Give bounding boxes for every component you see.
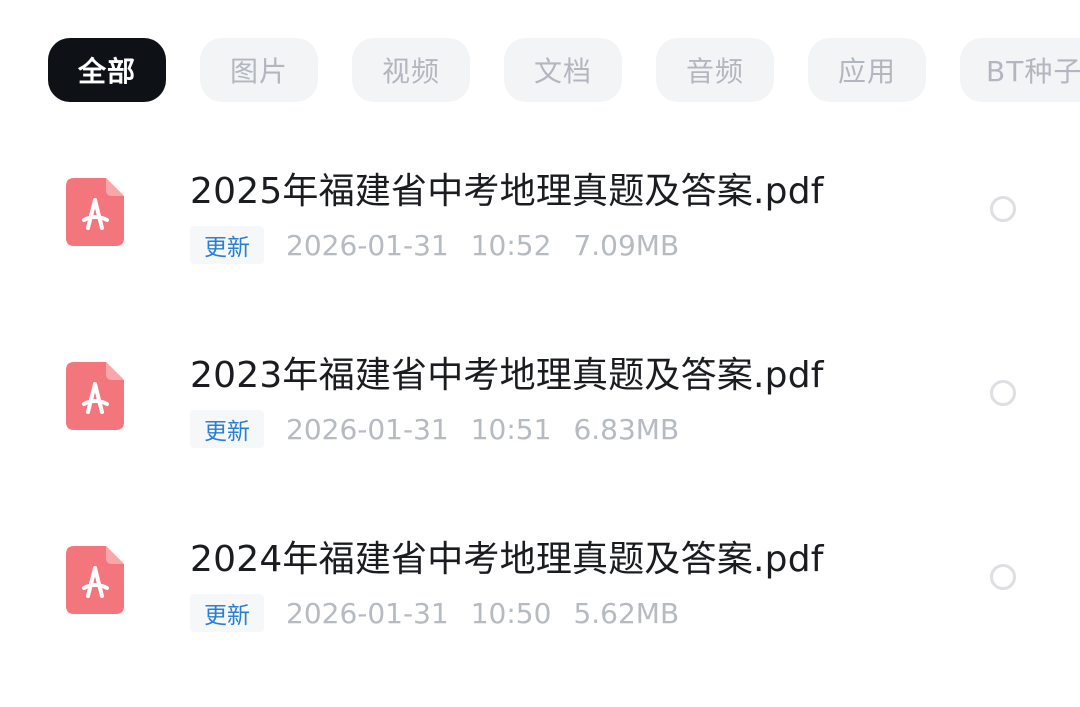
file-time: 10:52 <box>470 228 552 262</box>
pdf-file-icon <box>66 546 124 614</box>
update-badge: 更新 <box>190 594 264 632</box>
filter-chip-videos[interactable]: 视频 <box>352 38 470 102</box>
filter-chip-images[interactable]: 图片 <box>200 38 318 102</box>
filter-chip-documents[interactable]: 文档 <box>504 38 622 102</box>
filter-bar: 全部 图片 视频 文档 音频 应用 BT种子 <box>48 38 1080 102</box>
pdf-file-icon <box>66 362 124 430</box>
file-row[interactable]: 2025年福建省中考地理真题及答案.pdf 更新 2026-01-31 10:5… <box>0 150 1080 334</box>
filter-chip-apps[interactable]: 应用 <box>808 38 926 102</box>
file-list: 2025年福建省中考地理真题及答案.pdf 更新 2026-01-31 10:5… <box>0 150 1080 702</box>
file-size: 5.62MB <box>573 596 680 630</box>
select-radio[interactable] <box>990 196 1016 222</box>
file-meta: 更新 2026-01-31 10:50 5.62MB <box>190 594 679 632</box>
file-name: 2024年福建省中考地理真题及答案.pdf <box>190 539 824 580</box>
update-badge: 更新 <box>190 226 264 264</box>
filter-chip-all[interactable]: 全部 <box>48 38 166 102</box>
file-date: 2026-01-31 <box>286 412 449 446</box>
file-row[interactable]: 2023年福建省中考地理真题及答案.pdf 更新 2026-01-31 10:5… <box>0 334 1080 518</box>
pdf-file-icon <box>66 178 124 246</box>
file-meta: 更新 2026-01-31 10:52 7.09MB <box>190 226 679 264</box>
file-name: 2023年福建省中考地理真题及答案.pdf <box>190 355 824 396</box>
file-time: 10:51 <box>470 412 552 446</box>
filter-chip-bt-torrents[interactable]: BT种子 <box>960 38 1080 102</box>
file-size: 6.83MB <box>573 412 680 446</box>
select-radio[interactable] <box>990 564 1016 590</box>
update-badge: 更新 <box>190 410 264 448</box>
filter-chip-audio[interactable]: 音频 <box>656 38 774 102</box>
file-date: 2026-01-31 <box>286 596 449 630</box>
file-name: 2025年福建省中考地理真题及答案.pdf <box>190 171 824 212</box>
file-size: 7.09MB <box>573 228 680 262</box>
file-time: 10:50 <box>470 596 552 630</box>
file-row[interactable]: 2024年福建省中考地理真题及答案.pdf 更新 2026-01-31 10:5… <box>0 518 1080 702</box>
select-radio[interactable] <box>990 380 1016 406</box>
file-browser: 全部 图片 视频 文档 音频 应用 BT种子 2025年福建省中考地理真题及答案… <box>0 0 1080 707</box>
file-meta: 更新 2026-01-31 10:51 6.83MB <box>190 410 679 448</box>
file-date: 2026-01-31 <box>286 228 449 262</box>
